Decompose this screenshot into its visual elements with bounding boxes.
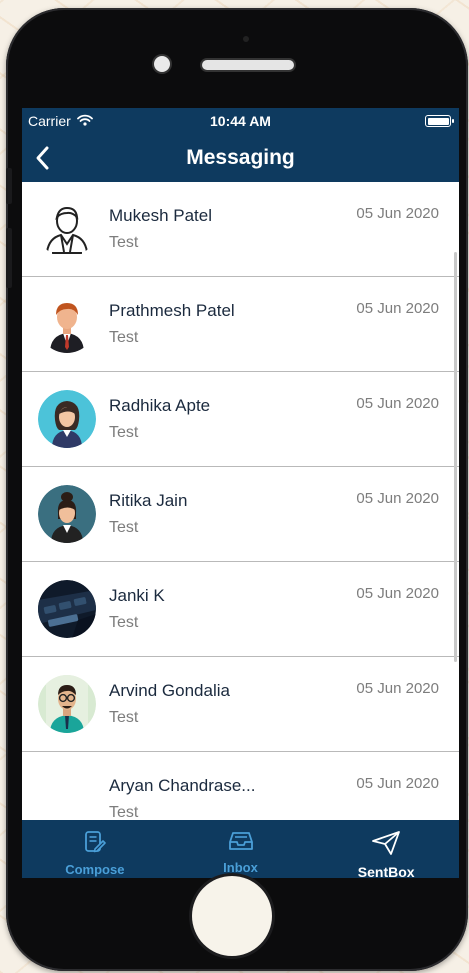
message-preview: Test — [109, 804, 139, 820]
message-date: 05 Jun 2020 — [356, 775, 439, 792]
tab-compose[interactable]: Compose — [22, 820, 168, 878]
message-date: 05 Jun 2020 — [356, 680, 439, 697]
app-screen: Carrier 10:44 AM Messaging Mukesh Patel … — [22, 108, 459, 878]
phone-side-button — [6, 168, 12, 204]
battery-icon — [425, 115, 454, 127]
message-date: 05 Jun 2020 — [356, 395, 439, 412]
message-preview: Test — [109, 709, 139, 726]
home-button[interactable] — [192, 876, 272, 956]
tab-label: Inbox — [223, 860, 258, 875]
message-list[interactable]: Mukesh Patel Test 05 Jun 2020 Prathmesh … — [22, 182, 459, 820]
carrier-label: Carrier — [28, 113, 71, 129]
inbox-icon — [228, 830, 254, 857]
wifi-icon — [76, 113, 93, 129]
compose-icon — [84, 830, 106, 859]
message-date: 05 Jun 2020 — [356, 585, 439, 602]
message-preview: Test — [109, 424, 139, 441]
front-camera — [154, 56, 170, 72]
phone-sensor — [243, 36, 249, 42]
contact-name: Ritika Jain — [109, 491, 188, 510]
tab-label: Compose — [65, 862, 125, 877]
contact-name: Mukesh Patel — [109, 206, 212, 225]
contact-name: Janki K — [109, 586, 165, 605]
message-row[interactable]: Ritika Jain Test 05 Jun 2020 — [22, 467, 459, 562]
message-row[interactable]: Aryan Chandrase... Test 05 Jun 2020 — [22, 752, 459, 820]
message-row[interactable]: Prathmesh Patel Test 05 Jun 2020 — [22, 277, 459, 372]
chevron-left-icon[interactable] — [30, 144, 58, 172]
status-bar: Carrier 10:44 AM — [22, 108, 459, 134]
businessman-avatar — [38, 295, 96, 353]
tab-bar: Compose Inbox SentBox — [22, 820, 459, 878]
contact-name: Prathmesh Patel — [109, 301, 235, 320]
man-with-glasses-avatar — [38, 675, 96, 733]
message-row[interactable]: Mukesh Patel Test 05 Jun 2020 — [22, 182, 459, 277]
list-scrollbar[interactable] — [454, 252, 457, 662]
keyboard-photo-avatar — [38, 580, 96, 638]
nav-bar: Messaging — [22, 134, 459, 182]
woman-avatar — [38, 485, 96, 543]
message-preview: Test — [109, 329, 139, 346]
phone-volume-button — [6, 228, 12, 288]
outline-man-avatar — [38, 200, 96, 258]
contact-name: Arvind Gondalia — [109, 681, 230, 700]
message-preview: Test — [109, 614, 139, 631]
message-date: 05 Jun 2020 — [356, 205, 439, 222]
contact-name: Radhika Apte — [109, 396, 211, 415]
tab-inbox[interactable]: Inbox — [168, 820, 314, 878]
message-date: 05 Jun 2020 — [356, 490, 439, 507]
paper-plane-icon — [371, 830, 401, 861]
contact-name: Aryan Chandrase... — [109, 776, 256, 795]
tab-sentbox[interactable]: SentBox — [313, 820, 459, 878]
woman-avatar — [38, 390, 96, 448]
page-title: Messaging — [186, 146, 295, 169]
message-date: 05 Jun 2020 — [356, 300, 439, 317]
message-row[interactable]: Radhika Apte Test 05 Jun 2020 — [22, 372, 459, 467]
message-preview: Test — [109, 234, 139, 251]
message-row[interactable]: Arvind Gondalia Test 05 Jun 2020 — [22, 657, 459, 752]
message-preview: Test — [109, 519, 139, 536]
tab-label: SentBox — [357, 864, 415, 878]
earpiece-speaker — [202, 60, 294, 70]
message-row[interactable]: Janki K Test 05 Jun 2020 — [22, 562, 459, 657]
